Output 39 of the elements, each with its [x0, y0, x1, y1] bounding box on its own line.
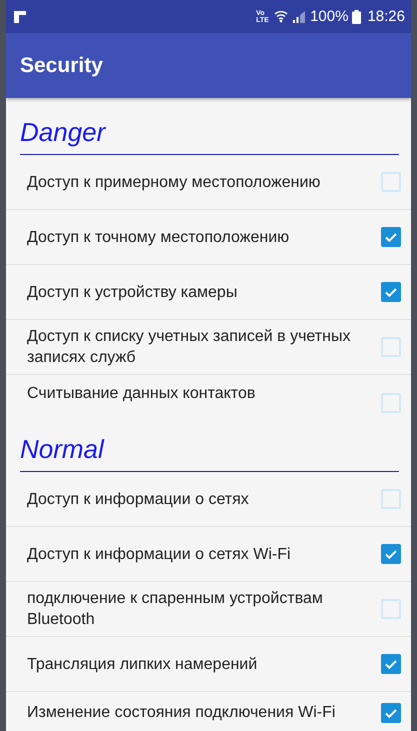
permission-row[interactable]: Доступ к информации о сетях — [6, 472, 411, 527]
permission-label: Считывание данных контактов — [27, 384, 256, 404]
permission-label: Доступ к примерному местоположению — [27, 172, 322, 192]
battery-icon — [352, 10, 362, 24]
signal-icon — [292, 10, 306, 22]
checkbox[interactable] — [381, 489, 401, 509]
section-title: Normal — [20, 434, 104, 465]
permission-row[interactable]: Считывание данных контактов — [6, 375, 411, 415]
checkbox[interactable] — [381, 544, 401, 564]
permission-label: Изменение состояния подключения Wi-Fi — [27, 703, 336, 723]
permission-row[interactable]: Изменение состояния подключения Wi-Fi — [6, 692, 411, 731]
wifi-icon — [274, 10, 288, 23]
clock: 18:26 — [367, 8, 405, 25]
permission-label: Доступ к устройству камеры — [27, 282, 238, 302]
checkbox[interactable] — [381, 337, 401, 357]
permission-row[interactable]: Доступ к устройству камеры — [6, 265, 411, 320]
permission-row[interactable]: Доступ к примерному местоположению — [6, 155, 411, 210]
permission-label: Доступ к точному местоположению — [27, 228, 290, 248]
permission-label: Доступ к информации о сетях — [27, 490, 250, 510]
screen-title: Security — [20, 54, 103, 78]
checkbox[interactable] — [381, 599, 401, 619]
checkbox[interactable] — [381, 227, 401, 247]
permission-label: подключение к спаренным устройствам Bluetooth — [27, 589, 324, 630]
battery-level: 100% — [310, 8, 348, 25]
permission-row[interactable]: Доступ к информации о сетях Wi-Fi — [6, 527, 411, 582]
checkbox[interactable] — [381, 172, 401, 192]
permission-label: Трансляция липких намерений — [27, 654, 258, 674]
checkbox[interactable] — [381, 393, 401, 413]
permission-label: Доступ к информации о сетях Wi-Fi — [27, 544, 292, 564]
permission-label: Доступ к списку учетных записей в учетных записях служб — [27, 327, 352, 368]
checkbox[interactable] — [381, 654, 401, 674]
permission-row[interactable]: подключение к спаренным устройствам Bluetooth — [6, 582, 411, 637]
permission-row[interactable]: Трансляция липких намерений — [6, 637, 411, 692]
section-title: Danger — [20, 117, 106, 148]
checkbox[interactable] — [381, 282, 401, 302]
permission-row[interactable]: Доступ к списку учетных записей в учетных записях служб — [6, 320, 411, 375]
checkbox[interactable] — [381, 703, 401, 723]
app-notification-icon — [14, 10, 26, 22]
permission-row[interactable]: Доступ к точному местоположению — [6, 210, 411, 265]
